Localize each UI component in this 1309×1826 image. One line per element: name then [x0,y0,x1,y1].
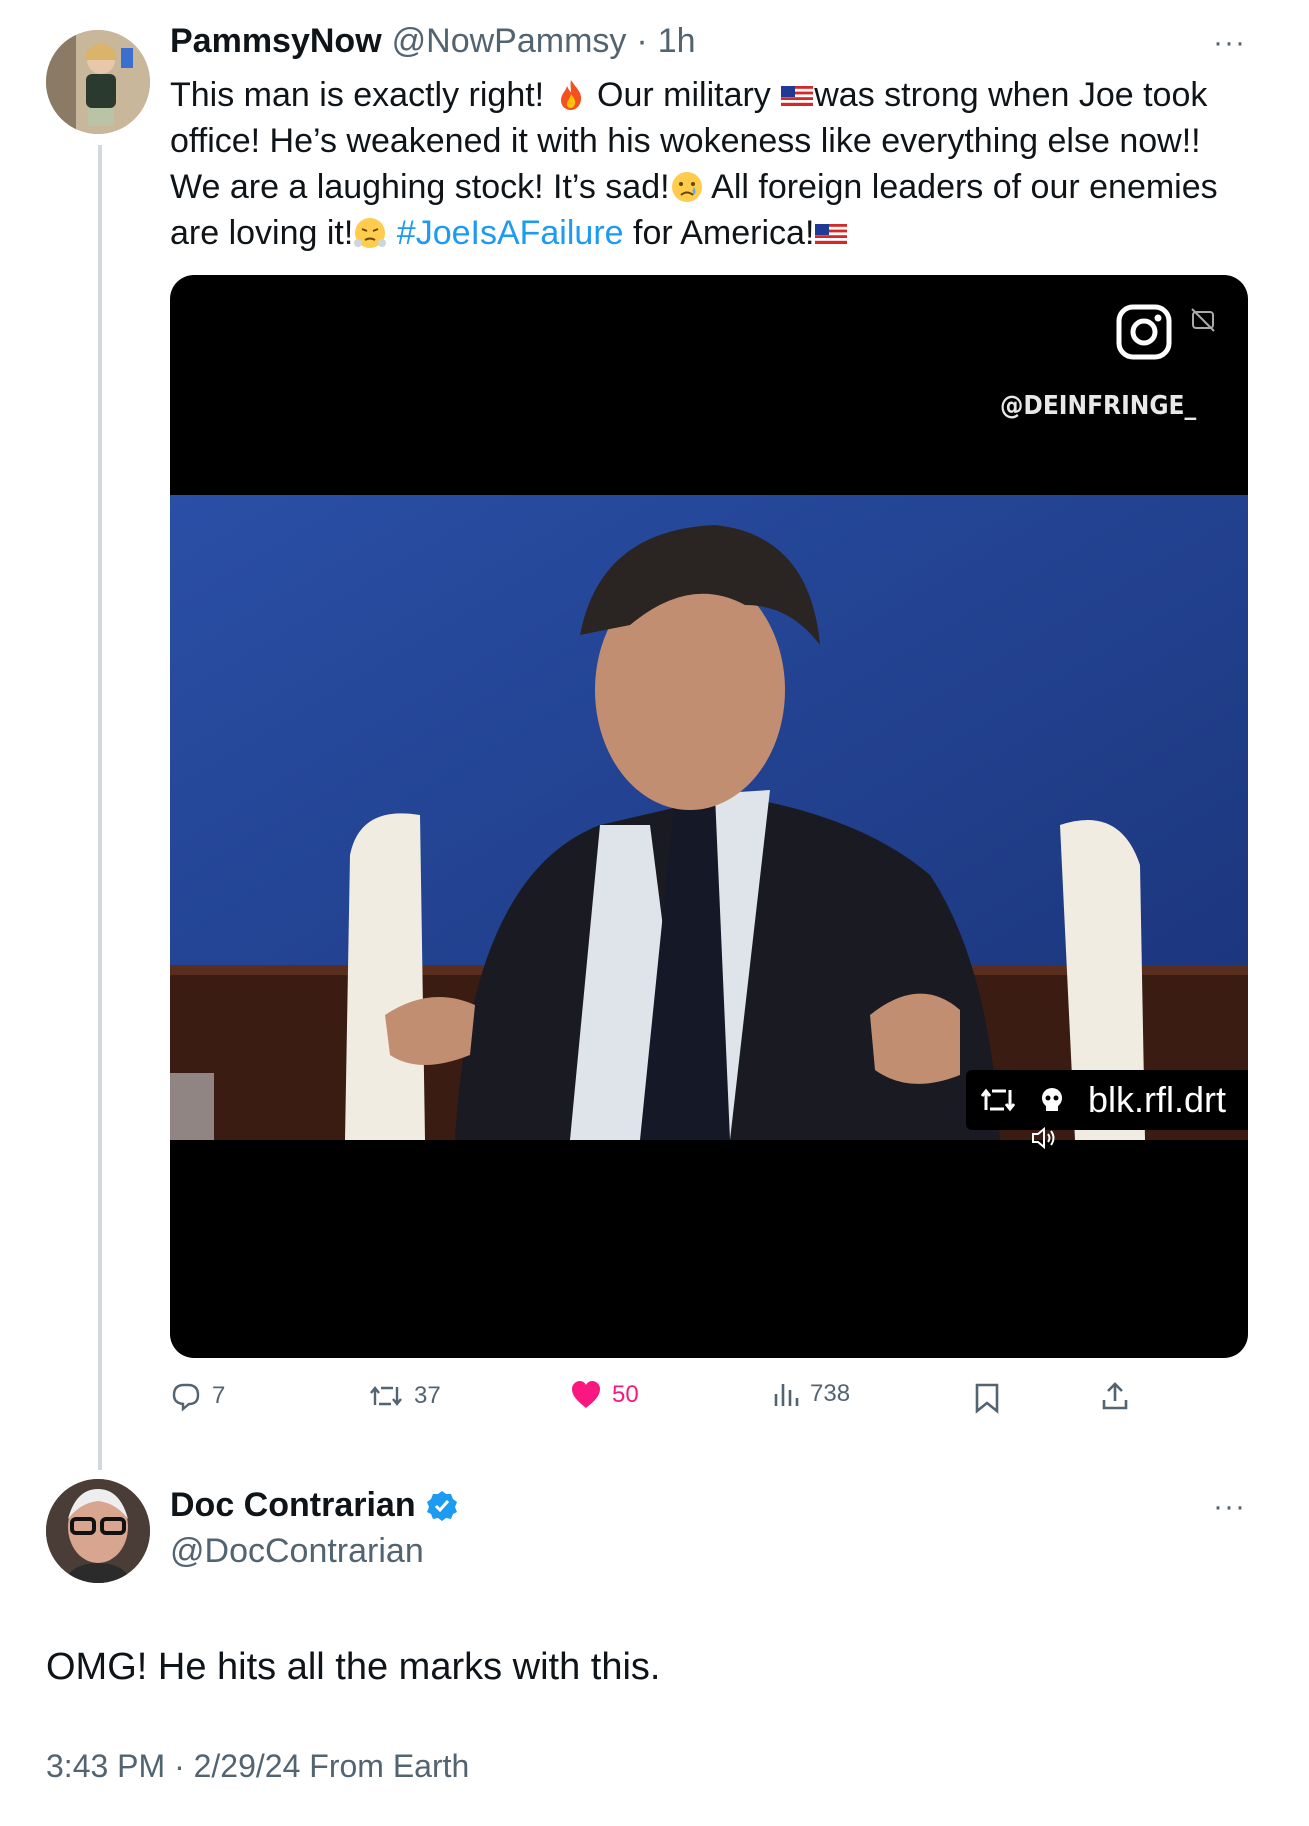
display-name[interactable]: PammsyNow [170,22,382,61]
reply-button[interactable]: 7 [170,1380,225,1412]
volume-icon[interactable] [1030,1125,1058,1151]
tweet-text-part: for America! [623,214,815,252]
share-icon[interactable] [1100,1380,1130,1412]
views-icon [774,1384,799,1406]
timestamp[interactable]: 1h [658,22,696,61]
views-button[interactable]: 738 [772,1380,850,1408]
heart-icon [572,1381,600,1408]
tweet-text-part: This man is exactly right! [170,76,554,114]
watermark-overlay: blk.rfl.drt [965,1070,1248,1130]
hashtag-link[interactable]: #JoeIsAFailure [397,214,624,252]
reply-icon [172,1383,200,1412]
more-options-icon[interactable]: ··· [1213,26,1246,60]
verified-badge-icon [426,1490,457,1521]
steam-face-emoji-icon [354,218,387,248]
avatar[interactable] [46,1479,150,1583]
tweet-timestamp[interactable]: 3:43 PM · 2/29/24 From Earth [46,1748,469,1785]
views-count: 738 [810,1380,851,1407]
instagram-icon [1116,304,1172,360]
tweet-text-part: Our military [587,76,781,114]
separator-dot: · [636,22,648,60]
like-button[interactable]: 50 [570,1380,639,1410]
avatar[interactable] [46,30,150,134]
user-handle[interactable]: @NowPammsy [392,22,627,61]
repost-count: 37 [414,1382,441,1409]
watermark-text: blk.rfl.drt [1087,1079,1226,1120]
skull-icon [1041,1088,1062,1111]
repost-icon [370,1386,402,1406]
video-player[interactable]: @DEINFRINGE_ blk.rfl.drt [170,275,1248,1358]
video-frame [170,495,1248,1140]
repost-icon [980,1088,1016,1112]
bookmark-icon[interactable] [974,1382,1000,1414]
tweet-text: This man is exactly right! Our military … [170,72,1250,256]
like-count: 50 [612,1381,639,1408]
overlay-handle: @DEINFRINGE_ [1000,391,1197,421]
us-flag-emoji-icon [815,224,848,244]
tweet-text: OMG! He hits all the marks with this. [46,1646,661,1688]
crying-face-emoji-icon [671,172,702,202]
thread-line [98,145,102,1470]
us-flag-emoji-icon [781,86,814,106]
fire-emoji-icon [560,80,581,110]
reply-count: 7 [212,1382,226,1409]
display-name[interactable]: Doc Contrarian [170,1486,416,1525]
more-options-icon[interactable]: ··· [1213,1490,1246,1524]
tweet-header: Doc Contrarian [170,1486,458,1525]
tweet-header: PammsyNow @NowPammsy · 1h [170,22,696,61]
repost-button[interactable]: 37 [368,1380,441,1412]
user-handle[interactable]: @DocContrarian [170,1532,424,1571]
captions-off-icon[interactable] [1190,307,1216,333]
